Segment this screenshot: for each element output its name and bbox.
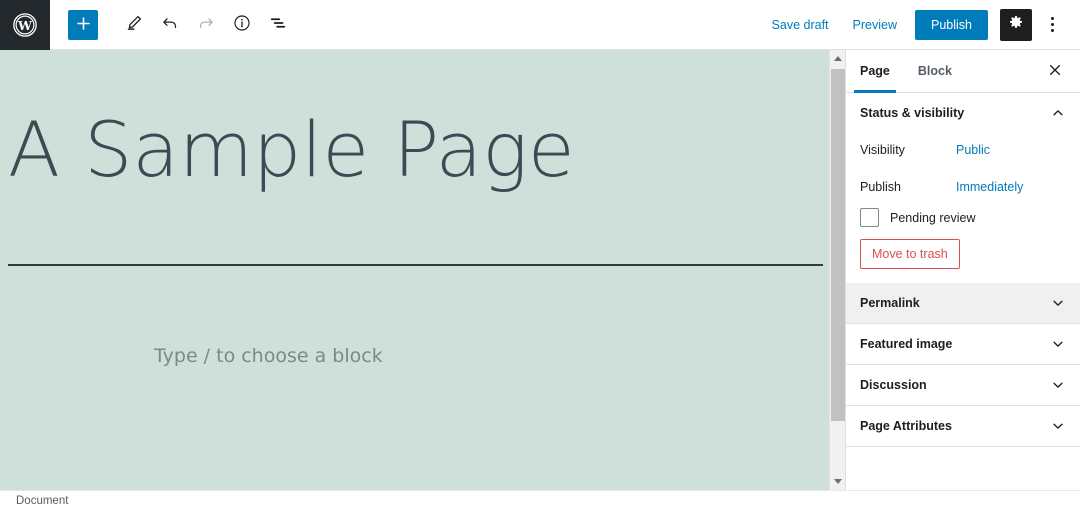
sidebar-tab-bar: Page Block: [846, 50, 1080, 93]
toolbar-right-group: Save draft Preview Publish: [760, 7, 1080, 43]
redo-arrow-icon: [196, 13, 216, 36]
scrollbar-thumb[interactable]: [831, 69, 845, 421]
panel-title: Permalink: [860, 296, 920, 310]
panel-title: Page Attributes: [860, 419, 952, 433]
undo-button[interactable]: [152, 7, 188, 43]
pencil-icon: [124, 13, 144, 36]
panel-header-status-visibility[interactable]: Status & visibility: [846, 93, 1080, 134]
details-button[interactable]: [224, 7, 260, 43]
chevron-down-icon: [1050, 418, 1066, 434]
publish-label: Publish: [860, 180, 901, 194]
post-title-input[interactable]: A Sample Page: [8, 112, 575, 188]
editor-scrollbar[interactable]: [829, 50, 846, 490]
status-bar-text: Document: [16, 494, 69, 507]
wordpress-logo-button[interactable]: W: [0, 0, 50, 50]
publish-button[interactable]: Publish: [915, 9, 988, 40]
browser-status-bar: Document: [0, 490, 1080, 510]
visibility-row: Visibility Public: [860, 134, 1066, 166]
wordpress-logo-icon: W: [12, 12, 38, 38]
scroll-down-arrow-icon[interactable]: [830, 473, 846, 490]
tab-page[interactable]: Page: [846, 50, 904, 93]
block-placeholder-input[interactable]: Type / to choose a block: [154, 345, 383, 367]
pending-review-checkbox[interactable]: [860, 208, 879, 227]
panel-title: Discussion: [860, 378, 927, 392]
pending-review-row: Pending review: [860, 208, 1066, 227]
panel-header-featured-image[interactable]: Featured image: [846, 324, 1080, 365]
toolbar-left-group: [50, 7, 296, 43]
tab-block[interactable]: Block: [904, 50, 966, 93]
more-options-button[interactable]: [1036, 7, 1068, 43]
preview-button[interactable]: Preview: [841, 12, 909, 38]
redo-button[interactable]: [188, 7, 224, 43]
publish-value-button[interactable]: Immediately: [956, 180, 1023, 194]
title-divider: [8, 264, 823, 266]
panel-header-permalink[interactable]: Permalink: [846, 283, 1080, 324]
panel-header-discussion[interactable]: Discussion: [846, 365, 1080, 406]
wordpress-block-editor: W Save draft Preview Publish A Sample Pa…: [0, 0, 1080, 510]
info-circle-icon: [232, 13, 252, 36]
panel-body-status-visibility: Visibility Public Publish Immediately Pe…: [846, 134, 1080, 283]
panel-title: Featured image: [860, 337, 953, 351]
editor-canvas[interactable]: A Sample Page Type / to choose a block: [0, 50, 845, 490]
pending-review-label[interactable]: Pending review: [890, 211, 975, 225]
panel-title: Status & visibility: [860, 106, 965, 120]
list-view-button[interactable]: [260, 7, 296, 43]
visibility-label: Visibility: [860, 143, 905, 157]
dot-icon: [1050, 29, 1054, 32]
chevron-down-icon: [1050, 377, 1066, 393]
visibility-value-button[interactable]: Public: [956, 143, 990, 157]
editor-top-toolbar: W Save draft Preview Publish: [0, 0, 1080, 50]
publish-row: Publish Immediately: [860, 171, 1066, 203]
dot-icon: [1050, 23, 1054, 26]
settings-button[interactable]: [1000, 8, 1032, 41]
move-to-trash-button[interactable]: Move to trash: [860, 239, 960, 269]
save-draft-button[interactable]: Save draft: [760, 12, 841, 38]
svg-text:W: W: [17, 17, 33, 32]
add-block-button[interactable]: [68, 9, 98, 40]
undo-arrow-icon: [160, 13, 180, 36]
chevron-down-icon: [1050, 336, 1066, 352]
dot-icon: [1050, 17, 1054, 20]
scroll-up-arrow-icon[interactable]: [830, 50, 846, 67]
settings-sidebar: Page Block Status & visibility Visibilit…: [845, 50, 1080, 490]
chevron-up-icon: [1050, 105, 1066, 121]
list-view-icon: [268, 13, 288, 36]
close-icon: [1048, 63, 1062, 80]
close-sidebar-button[interactable]: [1040, 56, 1070, 86]
gear-icon: [1007, 14, 1025, 35]
plus-icon: [75, 15, 92, 35]
panel-header-page-attributes[interactable]: Page Attributes: [846, 406, 1080, 447]
edit-tool-button[interactable]: [116, 7, 152, 43]
chevron-down-icon: [1050, 295, 1066, 311]
